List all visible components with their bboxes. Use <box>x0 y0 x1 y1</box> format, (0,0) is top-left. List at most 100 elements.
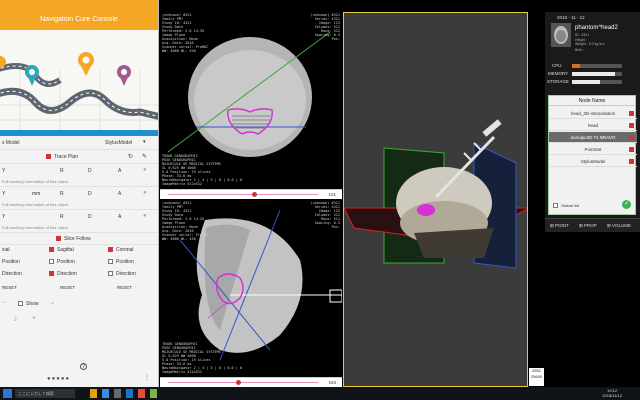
3d-render[interactable] <box>344 13 528 387</box>
show-checkbox[interactable] <box>18 301 23 306</box>
node-item-checkbox[interactable] <box>629 159 634 164</box>
sagittal-direction-label: Direction <box>57 271 77 277</box>
sagittal-position-checkbox[interactable] <box>49 259 54 264</box>
row2-mm: mm <box>32 191 41 197</box>
page-number: 2 <box>14 317 17 323</box>
slice-follow-checkbox[interactable] <box>56 236 61 241</box>
axial-viewer[interactable]: (unknown) #321 family PM? Study ID: 4321… <box>160 12 342 199</box>
slice-follow-label: Slice Follow <box>64 236 91 242</box>
cpu-label: CPU <box>552 63 562 68</box>
tracking-row-3: Y R D A ● Full tracking information of t… <box>0 210 158 233</box>
head-icon <box>554 26 568 44</box>
node-item[interactable]: StylusModel <box>549 156 637 167</box>
row2-a: A <box>118 191 122 197</box>
file-explorer-icon[interactable] <box>90 389 97 398</box>
taskbar-search[interactable]: ここに入力して検索 <box>15 389 75 398</box>
app-icon[interactable] <box>138 389 145 398</box>
row3-r: R <box>60 214 64 220</box>
left-footer: ? ●●●●● ⋮ <box>0 361 158 387</box>
sagittal-overlay-top-left: (unknown) #321 family PM? Study ID: 4321… <box>162 201 209 241</box>
node-item[interactable]: head_3D-interpolation <box>549 108 637 119</box>
navigation-map-illustration <box>0 30 158 130</box>
tab-prop[interactable]: ⊞ PROP <box>579 223 597 229</box>
dropdown-icon[interactable]: ⌄ <box>50 299 55 306</box>
page-add-button[interactable]: + <box>32 315 36 322</box>
sagittal-slider-value: 163 <box>328 380 336 385</box>
help-icon[interactable]: ? <box>80 363 87 370</box>
axial-overlay-top-right: (unknown) #321 Series: 4321 Image: 123 C… <box>310 13 340 41</box>
pagination-dots[interactable]: ●●●●● <box>47 376 70 382</box>
global-init-label: Global Init <box>561 203 580 208</box>
coronal-checkbox[interactable] <box>108 247 113 252</box>
tab-volume[interactable]: ⊞ VOLUME <box>607 223 631 229</box>
tab-point[interactable]: ⊞ POINT <box>550 223 569 229</box>
node-item[interactable]: head <box>549 120 637 131</box>
tracking-row-1: Y R D A ● Full tracking information of t… <box>0 164 158 187</box>
patient-extra: Birth : <box>575 48 585 52</box>
node-item-checkbox[interactable] <box>629 123 634 128</box>
memory-bar <box>572 72 622 76</box>
show-row: − Show ⌄ 2 + <box>0 297 158 329</box>
axial-slice-slider[interactable]: 101 <box>160 189 342 199</box>
storage-bar <box>572 80 622 84</box>
axial-slider-thumb[interactable] <box>252 192 257 197</box>
node-item-label: PointSet <box>584 147 602 152</box>
node-item-label: StylusModel <box>580 159 606 164</box>
row1-toggle-icon[interactable]: ● <box>143 167 147 173</box>
sagittal-direction-checkbox[interactable] <box>49 271 54 276</box>
app-icon[interactable] <box>150 389 157 398</box>
global-init-checkbox[interactable] <box>553 203 558 208</box>
trace-plan-row: Trace Plan ↻ ✎ <box>0 150 158 164</box>
row2-d: D <box>88 191 92 197</box>
refresh-icon[interactable]: ↻ <box>128 153 133 160</box>
chevron-down-icon[interactable]: ▾ <box>143 139 146 145</box>
coordinate-readout: 2951 25600 <box>529 368 544 386</box>
confirm-icon[interactable]: ✓ <box>622 200 631 209</box>
coronal-direction-checkbox[interactable] <box>108 271 113 276</box>
coronal-reset-button[interactable]: RESET <box>117 285 132 290</box>
model-select[interactable]: StylusModel <box>105 140 132 146</box>
mail-icon[interactable] <box>126 389 133 398</box>
tab-volume-label: VOLUME <box>612 223 632 228</box>
trace-plan-checkbox[interactable] <box>46 154 51 159</box>
windows-start-icon[interactable] <box>3 389 12 398</box>
minus-icon[interactable]: − <box>2 300 6 306</box>
node-item-label: head <box>587 123 598 128</box>
clock[interactable]: 19:12 2018/11/12 <box>602 388 622 398</box>
row3-d: D <box>88 214 92 220</box>
store-icon[interactable] <box>114 389 121 398</box>
node-item-selected[interactable]: dunuipu3D T1 BRAVO <box>549 132 637 143</box>
cpu-bar <box>572 64 622 68</box>
model-label: x Model <box>2 140 20 146</box>
sagittal-slider-thumb[interactable] <box>236 380 241 385</box>
sagittal-overlay-bottom-left: TRANS GENOGRAPHIC POSE GENOGRAPHIC MAJUS… <box>162 342 243 374</box>
node-item-checkbox[interactable] <box>629 111 634 116</box>
node-item-checkbox[interactable] <box>629 147 634 152</box>
node-item-checkbox[interactable] <box>629 135 634 140</box>
storage-bar-fill <box>572 80 600 84</box>
sagittal-viewer[interactable]: (unknown) #321 family PM? Study ID: 4321… <box>160 200 342 387</box>
pencil-icon[interactable]: ✎ <box>142 153 147 160</box>
sagittal-slider-track <box>168 382 318 383</box>
row1-r: R <box>60 168 64 174</box>
row3-toggle-icon[interactable]: ● <box>143 213 147 219</box>
3d-viewer[interactable] <box>343 12 528 387</box>
row2-r: R <box>60 191 64 197</box>
browser-icon[interactable] <box>102 389 109 398</box>
coronal-position-checkbox[interactable] <box>108 259 113 264</box>
node-item[interactable]: PointSet <box>549 144 637 155</box>
row1-y: Y <box>2 168 6 174</box>
row1-note: Full tracking information of this object <box>2 179 69 184</box>
row2-toggle-icon[interactable]: ● <box>143 190 147 196</box>
sagittal-position-label: Position <box>57 259 75 265</box>
sagittal-checkbox[interactable] <box>49 247 54 252</box>
axial-reset-button[interactable]: RESET <box>2 285 17 290</box>
more-icon[interactable]: ⋮ <box>144 374 150 381</box>
patient-info: Height : Weight : 5.0 kg 5cc <box>575 38 605 46</box>
axial-slider-track <box>168 194 318 195</box>
sagittal-slice-slider[interactable]: 163 <box>160 377 342 387</box>
node-list-panel: Node Name head_3D-interpolation head dun… <box>548 95 637 215</box>
title-bar: Navigation Cure Console <box>0 0 158 30</box>
sagittal-reset-button[interactable]: RESET <box>60 285 75 290</box>
node-item-label: head_3D-interpolation <box>570 111 616 116</box>
